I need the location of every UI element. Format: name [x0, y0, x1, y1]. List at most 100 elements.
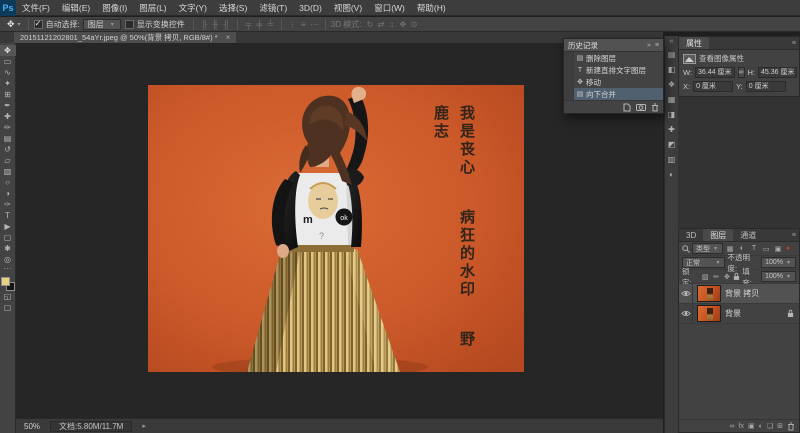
auto-select-checkbox[interactable]: [33, 19, 43, 29]
x-field[interactable]: 0 厘米: [693, 81, 734, 92]
foreground-color-swatch[interactable]: [0, 277, 10, 286]
panel-menu-icon[interactable]: ≡: [655, 42, 659, 49]
new-document-from-state-icon[interactable]: [623, 103, 631, 112]
pen-tool[interactable]: ✑: [0, 199, 16, 210]
quick-selection-tool[interactable]: ✦: [0, 78, 16, 89]
y-field[interactable]: 0 厘米: [745, 81, 786, 92]
hand-tool[interactable]: ✱: [0, 243, 16, 254]
type-tool[interactable]: T: [0, 210, 16, 221]
layer-visibility-toggle[interactable]: [679, 303, 693, 324]
blur-tool[interactable]: ○: [0, 177, 16, 188]
eraser-tool[interactable]: ▱: [0, 155, 16, 166]
opacity-dropdown[interactable]: 100% ▾: [761, 257, 796, 268]
3d-drag-icon[interactable]: ↕: [386, 20, 397, 29]
distribute-vertical-icon[interactable]: ⋮: [287, 20, 298, 29]
open-document-image[interactable]: m ok ? 我是丧心 病狂的水印 野鹿志: [148, 85, 524, 377]
history-source-checkbox[interactable]: [564, 88, 574, 100]
menu-image[interactable]: 图像(I): [96, 0, 133, 16]
width-field[interactable]: 36.44 厘米: [695, 67, 735, 78]
3d-rotate-icon[interactable]: ↻: [364, 20, 375, 29]
filter-toggle-icon[interactable]: ●: [786, 245, 790, 252]
gradient-tool[interactable]: ▨: [0, 166, 16, 177]
delete-state-trash-icon[interactable]: [651, 103, 659, 112]
filter-type-dropdown[interactable]: 类型 ▾: [692, 243, 724, 254]
3d-slide-icon[interactable]: ✥: [397, 20, 408, 29]
menu-filter[interactable]: 滤镜(T): [253, 0, 293, 16]
tab-layers[interactable]: 图层: [703, 229, 734, 241]
history-state-move[interactable]: ✥ 移动: [564, 76, 663, 88]
dock-panel-icon-8[interactable]: ▥: [666, 155, 678, 165]
history-state-merge-down[interactable]: ▤ 向下合并: [564, 88, 663, 100]
lock-position-icon[interactable]: ✥: [723, 273, 732, 281]
menu-edit[interactable]: 编辑(E): [56, 0, 96, 16]
brush-tool[interactable]: ✏: [0, 122, 16, 133]
align-vertical-centers-icon[interactable]: ╪: [254, 20, 265, 29]
filter-shape-layers-icon[interactable]: ▭: [761, 245, 771, 253]
delete-layer-trash-icon[interactable]: [787, 422, 795, 431]
menu-select[interactable]: 选择(S): [213, 0, 253, 16]
lasso-tool[interactable]: ∿: [0, 67, 16, 78]
layer-visibility-toggle[interactable]: [679, 283, 693, 304]
eyedropper-tool[interactable]: ✒: [0, 100, 16, 111]
history-source-checkbox[interactable]: [564, 64, 574, 76]
history-panel-header[interactable]: 历史记录 » ≡: [564, 39, 663, 52]
close-icon[interactable]: ×: [226, 33, 231, 42]
3d-roll-icon[interactable]: ⇄: [375, 20, 386, 29]
adjustment-layer-icon[interactable]: ◐: [759, 423, 763, 430]
show-transform-checkbox[interactable]: [124, 19, 134, 29]
expand-panels-icon[interactable]: «: [670, 38, 674, 45]
align-top-edges-icon[interactable]: ╤: [243, 20, 254, 29]
layer-row-background-copy[interactable]: 背景 拷贝: [679, 283, 799, 304]
menu-type[interactable]: 文字(Y): [173, 0, 213, 16]
tool-preset-caret-icon[interactable]: ▾: [18, 21, 21, 28]
menu-3d[interactable]: 3D(D): [293, 0, 328, 16]
align-bottom-edges-icon[interactable]: ╧: [265, 20, 276, 29]
constrain-link-icon[interactable]: ∞: [737, 67, 745, 78]
layer-thumbnail[interactable]: [697, 305, 721, 322]
zoom-level[interactable]: 50%: [24, 422, 40, 431]
layer-thumbnail[interactable]: [697, 285, 721, 302]
layer-name[interactable]: 背景: [725, 308, 741, 319]
lock-image-pixels-icon[interactable]: ✏: [712, 273, 721, 281]
document-tab[interactable]: 20151121202801_54aYr.jpeg @ 50%(背景 拷贝, R…: [14, 32, 237, 43]
new-layer-icon[interactable]: ⊞: [777, 422, 783, 430]
history-brush-tool[interactable]: ↺: [0, 144, 16, 155]
clone-stamp-tool[interactable]: ▤: [0, 133, 16, 144]
align-horizontal-centers-icon[interactable]: ╫: [210, 20, 221, 29]
status-options-arrow-icon[interactable]: ▸: [142, 422, 146, 430]
dock-panel-icon-1[interactable]: ▤: [666, 50, 678, 60]
3d-scale-icon[interactable]: ⊙: [408, 20, 419, 29]
dock-panel-icon-6[interactable]: ✚: [666, 125, 678, 135]
tab-channels[interactable]: 通道: [733, 229, 763, 241]
add-mask-icon[interactable]: ▣: [748, 422, 755, 430]
menu-file[interactable]: 文件(F): [16, 0, 56, 16]
crop-tool[interactable]: ⊞: [0, 89, 16, 100]
height-field[interactable]: 45.36 厘米: [758, 67, 798, 78]
auto-select-dropdown[interactable]: 图层 ▾: [82, 18, 121, 30]
menu-layer[interactable]: 图层(L): [133, 0, 172, 16]
tab-3d[interactable]: 3D: [679, 229, 703, 241]
screen-mode-button[interactable]: ▢: [0, 302, 16, 313]
lock-transparent-pixels-icon[interactable]: ▨: [701, 273, 710, 281]
collapse-panel-icon[interactable]: »: [647, 42, 651, 49]
distribute-horizontal-icon[interactable]: ≡: [298, 20, 309, 29]
link-layers-icon[interactable]: ∞: [730, 423, 735, 430]
filter-smart-objects-icon[interactable]: ▣: [773, 245, 783, 253]
panel-menu-icon[interactable]: ≡: [792, 37, 799, 49]
dodge-tool[interactable]: ◑: [0, 188, 16, 199]
new-group-icon[interactable]: ❏: [767, 422, 773, 430]
history-source-checkbox[interactable]: [564, 76, 574, 88]
move-tool[interactable]: ✥: [0, 45, 16, 56]
dock-panel-icon-9[interactable]: ◐: [666, 170, 678, 180]
align-left-edges-icon[interactable]: ╟: [199, 20, 210, 29]
history-source-checkbox[interactable]: [564, 52, 574, 64]
tab-properties[interactable]: 属性: [679, 37, 709, 49]
marquee-tool[interactable]: ▭: [0, 56, 16, 67]
layer-name[interactable]: 背景 拷贝: [725, 288, 759, 299]
dock-panel-icon-4[interactable]: ▦: [666, 95, 678, 105]
history-state-delete-layer[interactable]: ▤ 删除图层: [564, 52, 663, 64]
distribute-spacing-icon[interactable]: ⋯: [309, 20, 320, 29]
panel-menu-icon[interactable]: ≡: [792, 229, 799, 241]
lock-all-icon[interactable]: [733, 272, 740, 281]
layer-style-fx-icon[interactable]: fx: [739, 423, 744, 430]
